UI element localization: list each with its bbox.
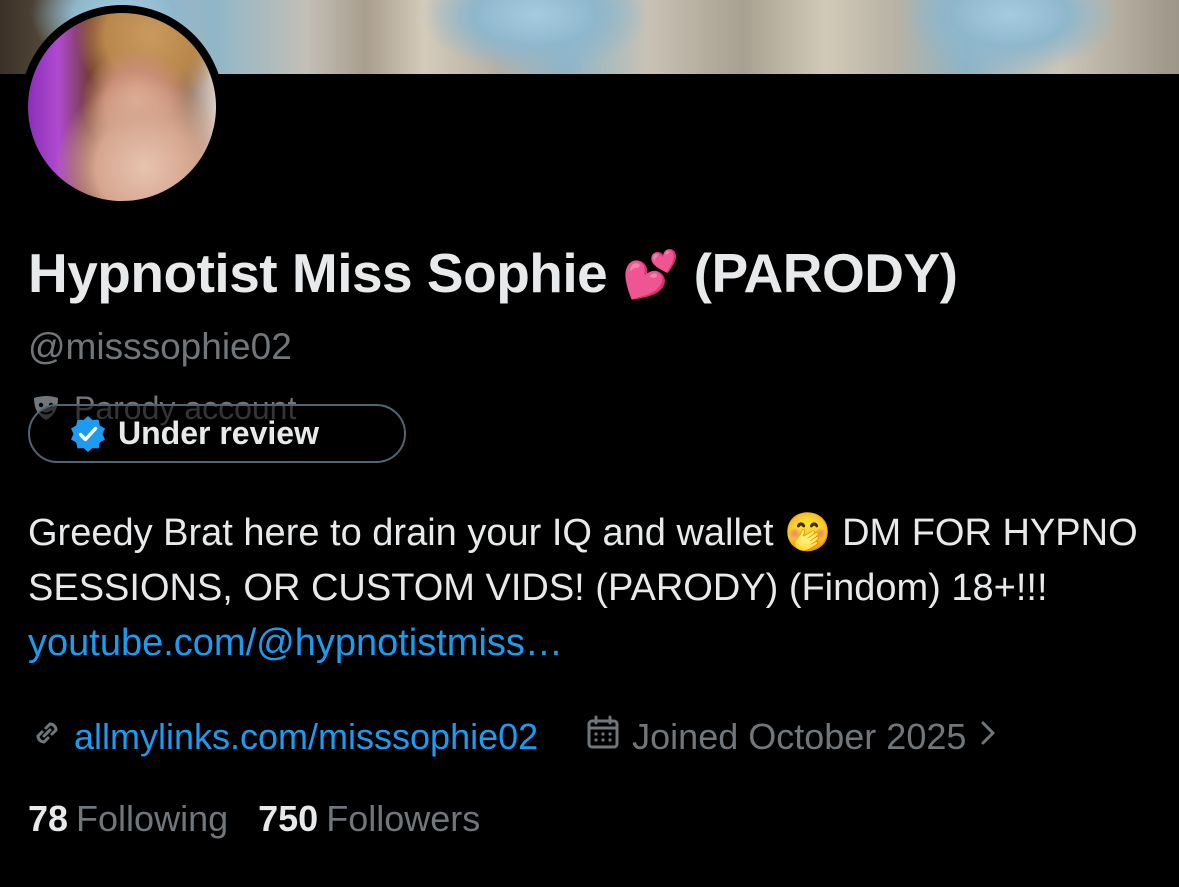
following-count: 78: [28, 798, 69, 839]
following-stat[interactable]: 78 Following: [28, 798, 228, 840]
link-icon: [28, 714, 66, 761]
display-name-suffix: (PARODY): [693, 242, 958, 304]
user-handle: @misssophie02: [28, 326, 292, 367]
verified-badge-icon: [68, 414, 108, 454]
profile-bio: Greedy Brat here to drain your IQ and wa…: [28, 506, 1158, 671]
chevron-right-icon[interactable]: [976, 714, 1000, 761]
display-name: Hypnotist Miss Sophie 💕 (PARODY): [28, 238, 958, 309]
following-label: Following: [76, 798, 229, 839]
avatar-border: [20, 5, 224, 209]
website-link[interactable]: allmylinks.com/misssophie02: [74, 716, 538, 758]
bio-youtube-link[interactable]: youtube.com/@hypnotistmiss…: [28, 622, 563, 664]
hand-over-mouth-emoji: 🤭: [784, 512, 832, 554]
followers-label: Followers: [326, 798, 481, 839]
calendar-icon: [584, 714, 622, 761]
profile-meta-row: allmylinks.com/misssophie02 Joined Octob…: [28, 712, 1000, 762]
follow-stats: 78 Following 750 Followers: [28, 798, 480, 840]
bio-text-1: Greedy Brat here to drain your IQ and wa…: [28, 512, 774, 554]
verification-status-label: Under review: [118, 415, 319, 451]
verification-status-pill[interactable]: Under review: [28, 404, 406, 463]
profile-avatar[interactable]: [28, 13, 216, 201]
followers-count: 750: [258, 798, 319, 839]
heart-emoji: 💕: [622, 248, 679, 300]
followers-stat[interactable]: 750 Followers: [258, 798, 480, 840]
display-name-text: Hypnotist Miss Sophie: [28, 242, 608, 304]
joined-date[interactable]: Joined October 2025: [632, 716, 966, 758]
